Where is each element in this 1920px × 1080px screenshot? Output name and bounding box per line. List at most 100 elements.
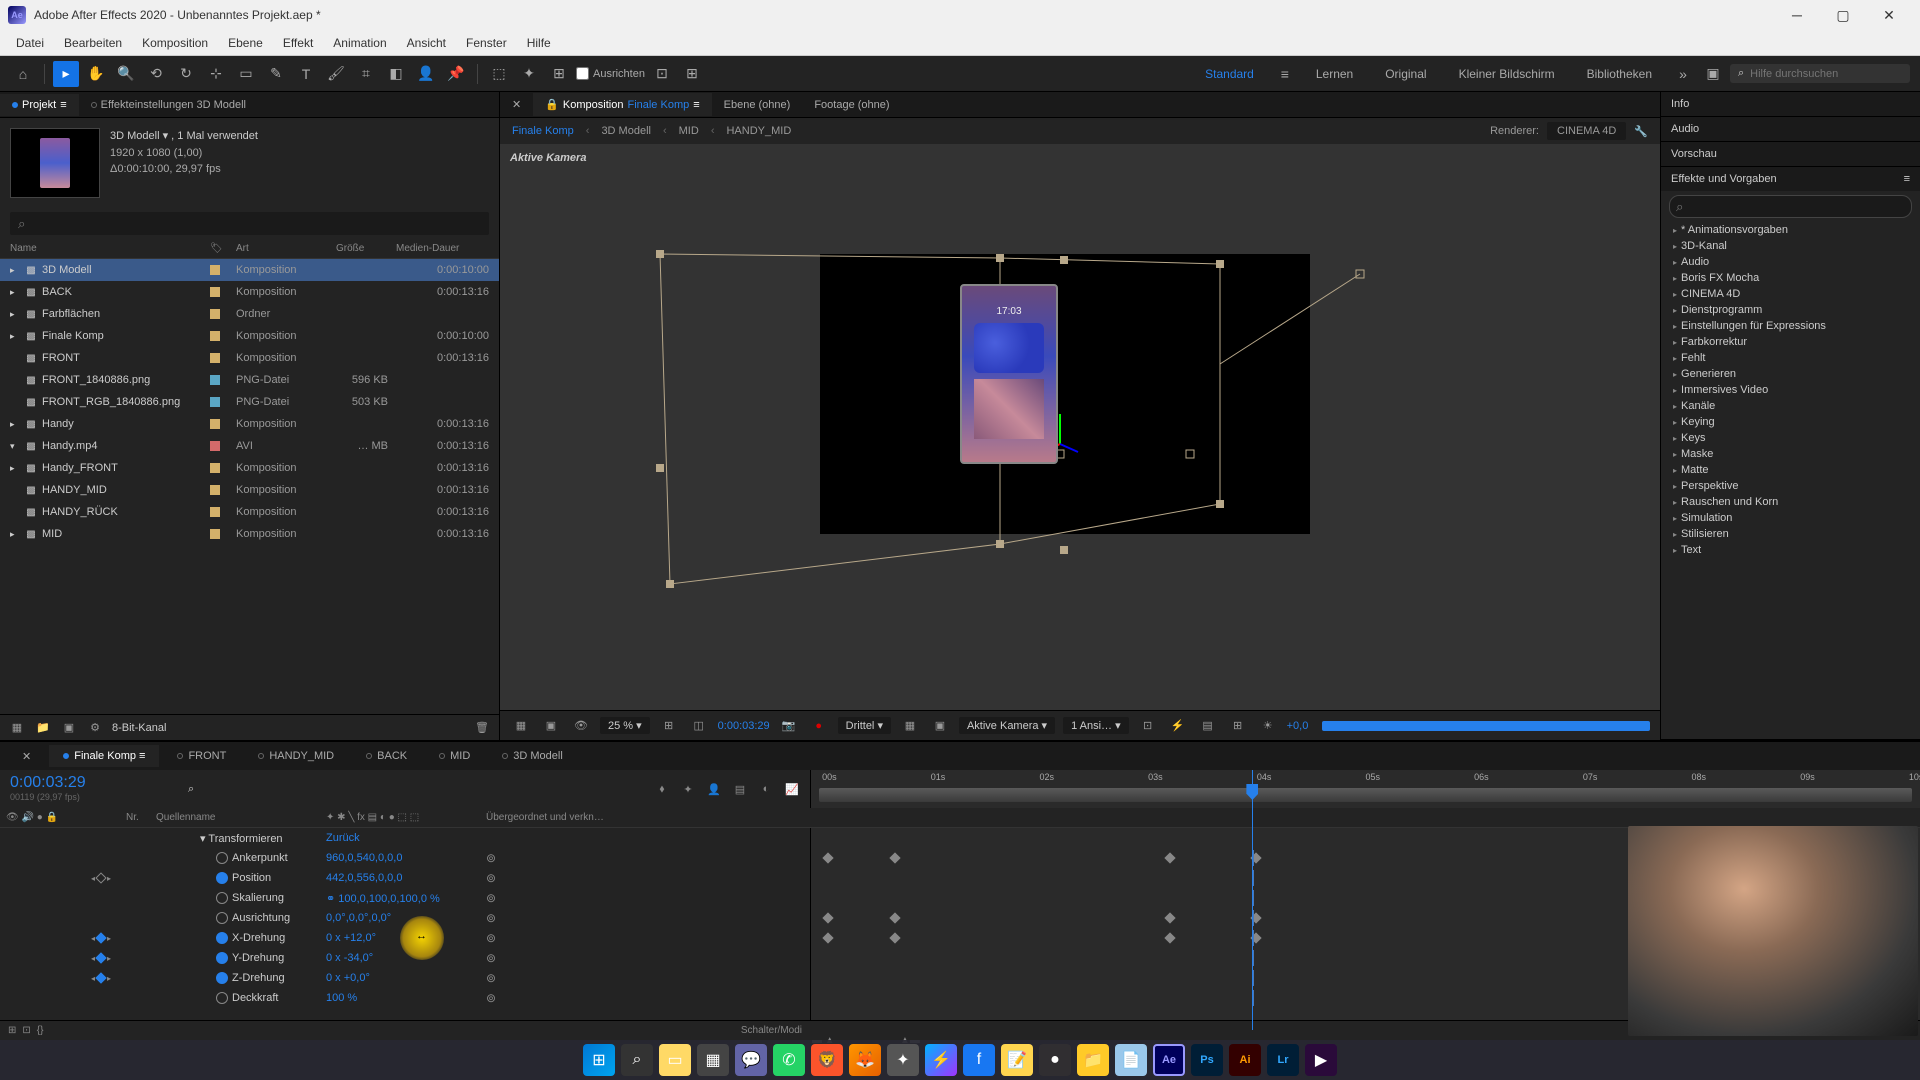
bit-depth-label[interactable]: 8-Bit-Kanal — [112, 722, 166, 734]
audio-panel-header[interactable]: Audio — [1661, 117, 1920, 141]
menu-animation[interactable]: Animation — [323, 32, 396, 54]
frame-blend-icon[interactable]: ▤ — [730, 779, 750, 799]
camera-dropdown[interactable]: Aktive Kamera ▾ — [959, 717, 1055, 734]
switches-modes-label[interactable]: Schalter/Modi — [741, 1025, 802, 1036]
project-item[interactable]: ▾▩Handy.mp4 AVI… MB0:00:13:16 — [0, 435, 499, 457]
motion-blur-icon[interactable]: ◐ — [756, 779, 776, 799]
project-tab[interactable]: Projekt ≡ — [0, 94, 79, 116]
transparency-grid-icon[interactable]: ▦ — [899, 715, 921, 737]
firefox-icon[interactable]: 🦊 — [849, 1044, 881, 1076]
effect-category[interactable]: Kanäle — [1661, 398, 1920, 414]
orbit-tool[interactable]: ⟲ — [143, 61, 169, 87]
workspace-menu-icon[interactable]: ≡ — [1272, 61, 1298, 87]
pixel-aspect-icon[interactable]: ⊡ — [1137, 715, 1159, 737]
effect-category[interactable]: Matte — [1661, 462, 1920, 478]
snapshot-button[interactable]: 📷 — [778, 715, 800, 737]
timeline-icon[interactable]: ▤ — [1197, 715, 1219, 737]
property-row[interactable]: ◂▸ Position 442,0,556,0,0,0 ⊚ — [0, 868, 810, 888]
clone-tool[interactable]: ⌗ — [353, 61, 379, 87]
pen-tool[interactable]: ✎ — [263, 61, 289, 87]
timeline-tab[interactable]: MID — [425, 745, 484, 767]
project-item[interactable]: ▩FRONT_1840886.png PNG-Datei596 KB — [0, 369, 499, 391]
roto-tool[interactable]: 👤 — [413, 61, 439, 87]
property-row[interactable]: Ankerpunkt 960,0,540,0,0,0 ⊚ — [0, 848, 810, 868]
interpret-icon[interactable]: ▦ — [8, 719, 26, 737]
close-tab-icon[interactable]: ✕ — [8, 745, 45, 768]
help-search-input[interactable] — [1750, 68, 1902, 80]
taskview-icon[interactable]: ▭ — [659, 1044, 691, 1076]
chat-icon[interactable]: 💬 — [735, 1044, 767, 1076]
selection-tool[interactable]: ▸ — [53, 61, 79, 87]
maximize-button[interactable]: ▢ — [1820, 0, 1866, 30]
effect-category[interactable]: Immersives Video — [1661, 382, 1920, 398]
time-ruler[interactable]: 00s01s02s03s04s05s06s07s08s09s10s — [810, 770, 1920, 808]
effect-category[interactable]: Text — [1661, 542, 1920, 558]
toggle-alpha-icon[interactable]: ▦ — [510, 715, 532, 737]
property-row[interactable]: ◂▸ Z-Drehung 0 x +0,0° ⊚ — [0, 968, 810, 988]
effect-controls-tab[interactable]: Effekteinstellungen 3D Modell — [79, 94, 258, 116]
effects-search-input[interactable] — [1669, 195, 1912, 218]
flowchart-icon[interactable]: ⊞ — [1227, 715, 1249, 737]
generic-app-icon[interactable]: ✦ — [887, 1044, 919, 1076]
project-item[interactable]: ▸▩Farbflächen Ordner — [0, 303, 499, 325]
project-item[interactable]: ▩FRONT_RGB_1840886.png PNG-Datei503 KB — [0, 391, 499, 413]
close-button[interactable]: ✕ — [1866, 0, 1912, 30]
menu-ansicht[interactable]: Ansicht — [397, 32, 456, 54]
roi-icon[interactable]: ◫ — [688, 715, 710, 737]
eraser-tool[interactable]: ◧ — [383, 61, 409, 87]
resolution-dropdown[interactable]: Drittel ▾ — [838, 717, 891, 734]
keyframe-marker[interactable] — [823, 932, 834, 943]
project-search-input[interactable] — [10, 212, 489, 235]
effect-category[interactable]: Keys — [1661, 430, 1920, 446]
text-tool[interactable]: T — [293, 61, 319, 87]
new-folder-button[interactable]: 📁 — [34, 719, 52, 737]
zoom-tool[interactable]: 🔍 — [113, 61, 139, 87]
timeline-tab[interactable]: HANDY_MID — [244, 745, 348, 767]
project-item[interactable]: ▸▩Handy_FRONT Komposition0:00:13:16 — [0, 457, 499, 479]
workspace-standard[interactable]: Standard — [1191, 67, 1268, 81]
workspace-lernen[interactable]: Lernen — [1302, 67, 1367, 81]
property-row[interactable]: ◂▸ X-Drehung 0 x +12,0° ⊚ — [0, 928, 810, 948]
menu-bearbeiten[interactable]: Bearbeiten — [54, 32, 132, 54]
viewer-timecode[interactable]: 0:00:03:29 — [718, 720, 770, 732]
effect-category[interactable]: Simulation — [1661, 510, 1920, 526]
menu-komposition[interactable]: Komposition — [132, 32, 218, 54]
keyframe-marker[interactable] — [1164, 852, 1175, 863]
composition-viewer[interactable]: Aktive Kamera — [500, 144, 1660, 710]
effect-category[interactable]: Dienstprogramm — [1661, 302, 1920, 318]
zoom-dropdown[interactable]: 25 % ▾ — [600, 717, 650, 734]
info-panel-header[interactable]: Info — [1661, 92, 1920, 116]
effect-category[interactable]: Audio — [1661, 254, 1920, 270]
workspace-bibliotheken[interactable]: Bibliotheken — [1573, 67, 1666, 81]
project-item[interactable]: ▸▩3D Modell Komposition0:00:10:00 — [0, 259, 499, 281]
comp-mini-flowchart-icon[interactable]: ⬧ — [652, 779, 672, 799]
start-button[interactable]: ⊞ — [583, 1044, 615, 1076]
preview-panel-header[interactable]: Vorschau — [1661, 142, 1920, 166]
property-row[interactable]: Skalierung ⚭ 100,0,100,0,100,0 % ⊚ — [0, 888, 810, 908]
effect-category[interactable]: Perspektive — [1661, 478, 1920, 494]
project-item[interactable]: ▸▩Handy Komposition0:00:13:16 — [0, 413, 499, 435]
shy-icon[interactable]: 👤 — [704, 779, 724, 799]
property-row[interactable]: Deckkraft 100 % ⊚ — [0, 988, 810, 1008]
workspace-original[interactable]: Original — [1371, 67, 1440, 81]
show-channel-icon[interactable]: ● — [808, 715, 830, 737]
project-item[interactable]: ▸▩MID Komposition0:00:13:16 — [0, 523, 499, 545]
3d-view-icon[interactable]: ▣ — [929, 715, 951, 737]
effects-panel-header[interactable]: Effekte und Vorgaben≡ — [1661, 167, 1920, 191]
property-row[interactable]: ◂▸ Y-Drehung 0 x -34,0° ⊚ — [0, 948, 810, 968]
menu-ebene[interactable]: Ebene — [218, 32, 273, 54]
toggle-modes-icon[interactable]: ⊡ — [22, 1025, 30, 1036]
timeline-tab[interactable]: 3D Modell — [488, 745, 577, 767]
brace-icon[interactable]: {} — [37, 1025, 44, 1036]
view-axis-icon[interactable]: ⊞ — [546, 61, 572, 87]
lightroom-icon[interactable]: Lr — [1267, 1044, 1299, 1076]
project-item[interactable]: ▸▩Finale Komp Komposition0:00:10:00 — [0, 325, 499, 347]
effect-category[interactable]: Stilisieren — [1661, 526, 1920, 542]
comp-close-icon[interactable]: ✕ — [500, 93, 533, 116]
effect-category[interactable]: * Animationsvorgaben — [1661, 222, 1920, 238]
effect-category[interactable]: 3D-Kanal — [1661, 238, 1920, 254]
effect-category[interactable]: Einstellungen für Expressions — [1661, 318, 1920, 334]
snap-checkbox[interactable]: Ausrichten — [576, 67, 645, 80]
toggle-guides-icon[interactable]: 👁 — [570, 715, 592, 737]
widgets-icon[interactable]: ▦ — [697, 1044, 729, 1076]
